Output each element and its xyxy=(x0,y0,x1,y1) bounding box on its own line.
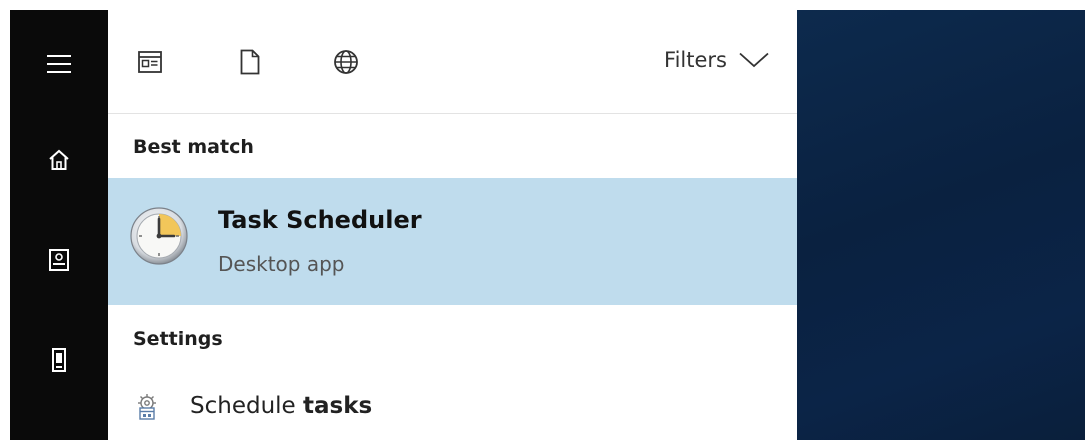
search-window: Filters Best match Task Scheduler Deskto… xyxy=(0,0,1085,440)
search-toolbar: Filters xyxy=(108,10,797,114)
filters-label: Filters xyxy=(664,48,727,72)
best-match-result[interactable]: Task Scheduler Desktop app xyxy=(108,178,797,305)
notebook-icon xyxy=(48,248,70,272)
notebook-button[interactable] xyxy=(10,230,108,290)
web-filter-button[interactable] xyxy=(331,47,361,77)
app-subtitle: Desktop app xyxy=(218,252,345,276)
web-icon xyxy=(333,49,359,75)
filters-dropdown[interactable]: Filters xyxy=(664,48,769,72)
schedule-tasks-label-plain: Schedule xyxy=(190,393,304,419)
navigation-rail xyxy=(10,10,108,440)
clock-icon xyxy=(130,207,188,265)
hamburger-menu-button[interactable] xyxy=(10,34,108,94)
home-button[interactable] xyxy=(10,130,108,190)
top-border xyxy=(0,0,1085,10)
document-icon xyxy=(240,49,260,75)
chevron-down-icon xyxy=(739,52,769,68)
best-match-heading: Best match xyxy=(133,136,254,158)
device-button[interactable] xyxy=(10,330,108,390)
schedule-tasks-result[interactable]: Schedule tasks xyxy=(108,385,797,433)
schedule-tasks-label: Schedule tasks xyxy=(190,393,372,419)
apps-icon xyxy=(138,51,162,73)
schedule-settings-icon xyxy=(133,393,161,421)
search-results-panel: Filters Best match Task Scheduler Deskto… xyxy=(108,10,797,440)
home-icon xyxy=(48,149,70,171)
hamburger-menu-icon xyxy=(47,55,71,73)
apps-filter-button[interactable] xyxy=(135,47,165,77)
app-title: Task Scheduler xyxy=(218,206,422,234)
settings-heading: Settings xyxy=(133,328,223,350)
desktop-background xyxy=(797,10,1085,440)
schedule-tasks-label-bold: tasks xyxy=(303,393,373,419)
device-icon xyxy=(51,347,67,373)
documents-filter-button[interactable] xyxy=(235,47,265,77)
